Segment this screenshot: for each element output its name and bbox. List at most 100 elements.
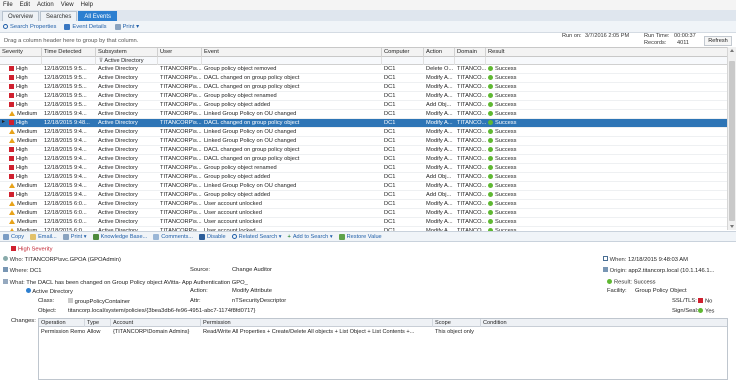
email-button[interactable]: Email... bbox=[30, 233, 57, 240]
changes-col-permission[interactable]: Permission bbox=[201, 319, 433, 327]
cell-user: TITANCORP\s... bbox=[158, 74, 202, 83]
table-row[interactable]: Medium 12/18/2015 6:0... Active Directory T… bbox=[0, 209, 727, 218]
table-row[interactable]: High 12/18/2015 9:5... Active Directory TIT… bbox=[0, 74, 727, 83]
cell-domain: TITANCO... bbox=[455, 119, 486, 128]
print-action-button[interactable]: Print ▾ bbox=[62, 233, 87, 240]
cell-text: 12/18/2015 9:4... bbox=[44, 129, 87, 135]
tab-overview[interactable]: Overview bbox=[2, 11, 40, 21]
table-row[interactable]: Medium 12/18/2015 6:0... Active Directory T… bbox=[0, 218, 727, 227]
table-row[interactable]: ▸ High 12/18/2015 9:48... Active Directory T… bbox=[0, 119, 727, 128]
changes-col-scope[interactable]: Scope bbox=[433, 319, 481, 327]
related-search-button[interactable]: Related Search ▾ bbox=[231, 234, 282, 240]
filter-subsystem[interactable]: ⊽ Active Directory bbox=[96, 57, 158, 65]
table-row[interactable]: High 12/18/2015 9:5... Active Directory TIT… bbox=[0, 65, 727, 74]
changes-col-account[interactable]: Account bbox=[111, 319, 201, 327]
knowledge-base-button[interactable]: Knowledge Base... bbox=[92, 233, 147, 240]
tab-all-events[interactable]: All Events bbox=[78, 11, 118, 21]
table-row[interactable]: High 12/18/2015 9:5... Active Directory TIT… bbox=[0, 101, 727, 110]
menu-action[interactable]: Action bbox=[37, 2, 54, 8]
cell-result: Success bbox=[486, 110, 727, 119]
add-to-search-button[interactable]: + Add to Search ▾ bbox=[288, 234, 333, 240]
changes-row[interactable]: Permission Removed Allow {TITANCORP\Doma… bbox=[39, 328, 727, 337]
print-button[interactable]: Print ▾ bbox=[114, 23, 139, 30]
cell-user: TITANCORP\s... bbox=[158, 119, 202, 128]
filter-computer[interactable] bbox=[382, 57, 424, 65]
table-row[interactable]: Medium 12/18/2015 9:4... Active Directory T… bbox=[0, 182, 727, 191]
refresh-button[interactable]: Refresh bbox=[704, 36, 732, 46]
menu-file[interactable]: File bbox=[3, 2, 13, 8]
table-row[interactable]: High 12/18/2015 9:4... Active Directory TIT… bbox=[0, 155, 727, 164]
table-row[interactable]: High 12/18/2015 9:5... Active Directory TIT… bbox=[0, 92, 727, 101]
col-severity[interactable]: Severity bbox=[0, 48, 42, 57]
copy-button[interactable]: Copy bbox=[3, 233, 24, 240]
filter-severity[interactable] bbox=[0, 57, 42, 65]
tab-searches[interactable]: Searches bbox=[40, 11, 78, 21]
cell-text: TITANCORP\s... bbox=[160, 129, 202, 135]
table-row[interactable]: Medium 12/18/2015 9:4... Active Directory T… bbox=[0, 137, 727, 146]
filter-time[interactable] bbox=[42, 57, 96, 65]
restore-icon bbox=[338, 233, 345, 240]
scroll-thumb[interactable] bbox=[729, 61, 735, 221]
scroll-down-icon[interactable] bbox=[730, 225, 734, 228]
when-field: When: 12/18/2015 9:48:03 AM bbox=[603, 256, 688, 263]
table-row[interactable]: High 12/18/2015 9:4... Active Directory TIT… bbox=[0, 164, 727, 173]
cell-text: Success bbox=[495, 129, 517, 135]
cell-severity: High bbox=[0, 92, 42, 101]
menu-help[interactable]: Help bbox=[81, 2, 93, 8]
disable-button[interactable]: Disable bbox=[198, 233, 226, 240]
col-time-detected[interactable]: Time Detected bbox=[42, 48, 96, 57]
search-properties-button[interactable]: Search Properties bbox=[3, 24, 56, 30]
change-account: {TITANCORP\Domain Admins} bbox=[113, 329, 190, 335]
cell-user: TITANCORP\s... bbox=[158, 83, 202, 92]
class-label: Class: bbox=[38, 298, 55, 304]
cell-user: TITANCORP\s... bbox=[158, 128, 202, 137]
filter-user[interactable] bbox=[158, 57, 202, 65]
table-row[interactable]: High 12/18/2015 9:4... Active Directory TIT… bbox=[0, 146, 727, 155]
table-row[interactable]: High 12/18/2015 9:5... Active Directory TIT… bbox=[0, 83, 727, 92]
col-domain[interactable]: Domain bbox=[455, 48, 486, 57]
table-row[interactable]: High 12/18/2015 9:4... Active Directory TIT… bbox=[0, 191, 727, 200]
col-result[interactable]: Result bbox=[486, 48, 727, 57]
menu-view[interactable]: View bbox=[61, 2, 74, 8]
menu-edit[interactable]: Edit bbox=[20, 2, 30, 8]
cell-severity: High bbox=[0, 146, 42, 155]
filter-event[interactable] bbox=[202, 57, 382, 65]
cell-severity: Medium bbox=[0, 218, 42, 227]
event-details-button[interactable]: Event Details bbox=[64, 23, 107, 30]
comments-button[interactable]: Comments... bbox=[153, 233, 193, 240]
col-computer[interactable]: Computer bbox=[382, 48, 424, 57]
cell-severity: High bbox=[0, 119, 42, 128]
cell-text: Linked Group Policy on OU changed bbox=[204, 183, 297, 189]
origin-field: Origin: app2.titancorp.local (10.1.146.1… bbox=[603, 267, 714, 274]
col-subsystem[interactable]: Subsystem bbox=[96, 48, 158, 57]
cell-text: Medium bbox=[17, 129, 38, 135]
filter-action[interactable] bbox=[424, 57, 455, 65]
restore-value-button[interactable]: Restore Value bbox=[338, 233, 382, 240]
table-row[interactable]: Medium 12/18/2015 9:4... Active Directory T… bbox=[0, 110, 727, 119]
cell-text: Active Directory bbox=[98, 210, 138, 216]
table-row[interactable]: Medium 12/18/2015 6:0... Active Directory T… bbox=[0, 200, 727, 209]
changes-col-condition[interactable]: Condition bbox=[481, 319, 727, 327]
filter-result[interactable] bbox=[486, 57, 727, 65]
filter-domain[interactable] bbox=[455, 57, 486, 65]
cell-text: Medium bbox=[17, 138, 38, 144]
high-severity-icon bbox=[9, 92, 14, 98]
scroll-up-icon[interactable] bbox=[730, 49, 734, 52]
col-action[interactable]: Action bbox=[424, 48, 455, 57]
search-icon bbox=[231, 234, 237, 239]
table-row[interactable]: Medium 12/18/2015 9:4... Active Directory T… bbox=[0, 128, 727, 137]
cell-text: Medium bbox=[17, 210, 38, 216]
cell-result: Success bbox=[486, 137, 727, 146]
col-user[interactable]: User bbox=[158, 48, 202, 57]
changes-col-operation[interactable]: Operation bbox=[39, 319, 85, 327]
col-event[interactable]: Event bbox=[202, 48, 382, 57]
cell-domain: TITANCO... bbox=[455, 92, 486, 101]
cell-user: TITANCORP\s... bbox=[158, 137, 202, 146]
changes-col-type[interactable]: Type bbox=[85, 319, 111, 327]
cell-time: 12/18/2015 9:4... bbox=[42, 137, 96, 146]
grid-scrollbar[interactable] bbox=[727, 47, 736, 230]
cell-text: Group policy object added bbox=[204, 102, 271, 108]
event-details-label: Event Details bbox=[72, 23, 107, 30]
events-grid: Severity Time Detected Subsystem User Ev… bbox=[0, 47, 727, 231]
table-row[interactable]: High 12/18/2015 9:4... Active Directory TIT… bbox=[0, 173, 727, 182]
